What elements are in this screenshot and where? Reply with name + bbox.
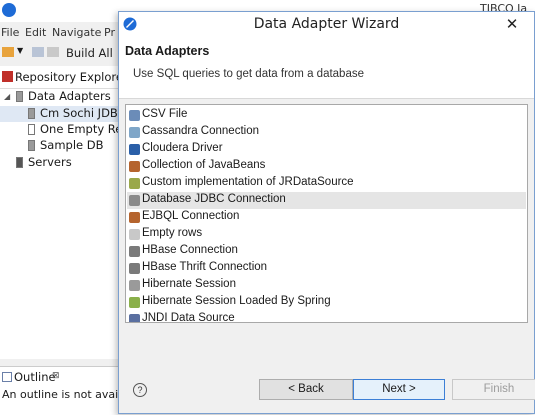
dialog-titlebar: Data Adapter Wizard ✕ [119, 12, 534, 38]
jndi-icon [129, 314, 140, 322]
tree-item-cm-sochi-jdbc[interactable]: Cm Sochi JDBC [0, 106, 126, 122]
adapter-list-item-label: HBase Connection [142, 244, 238, 256]
menu-file[interactable]: File [1, 26, 19, 39]
app-logo-icon [2, 3, 16, 17]
ejbql-icon [129, 212, 140, 223]
tree-item-label: Servers [28, 155, 72, 169]
repository-explorer-label: Repository Explorer [15, 70, 128, 84]
adapter-list-item-label: Hibernate Session Loaded By Spring [142, 295, 331, 307]
tree-item-servers[interactable]: Servers [0, 155, 120, 171]
save-icon[interactable] [32, 47, 44, 57]
finish-button[interactable]: Finish [452, 379, 535, 400]
cassandra-icon [129, 127, 140, 138]
adapter-list-item-label: JNDI Data Source [142, 312, 235, 323]
empty-record-icon [28, 124, 35, 135]
collapse-arrow-icon[interactable]: ◢ [4, 92, 10, 101]
adapter-list-item[interactable]: Hibernate Session [127, 277, 526, 294]
adapter-list-item[interactable]: Database JDBC Connection [127, 192, 526, 209]
tree-item-label: Sample DB [40, 138, 104, 152]
adapter-list-item-label: Custom implementation of JRDataSource [142, 176, 354, 188]
adapter-list-item-label: Cassandra Connection [142, 125, 259, 137]
adapter-list-item-label: Cloudera Driver [142, 142, 223, 154]
build-all-button[interactable]: Build All [66, 46, 113, 60]
wizard-button-bar: ? < Back Next > Finish [119, 366, 535, 414]
tree-item-label: Cm Sochi JDBC [40, 106, 126, 120]
banner-description: Use SQL queries to get data from a datab… [133, 68, 364, 80]
outline-empty-message: An outline is not availab [2, 388, 135, 401]
hibernate-icon [129, 280, 140, 291]
close-icon[interactable]: ✕ [503, 15, 521, 33]
next-button[interactable]: Next > [353, 379, 445, 400]
adapter-list-item[interactable]: Cassandra Connection [127, 124, 526, 141]
tree-item-sample-db[interactable]: Sample DB [0, 138, 120, 154]
tree-item-data-adapters[interactable]: ◢ Data Adapters [0, 89, 120, 105]
new-icon[interactable] [2, 47, 14, 57]
tree-item-label: Data Adapters [28, 89, 111, 103]
menu-project[interactable]: Pr [104, 26, 115, 39]
adapter-list-item-label: EJBQL Connection [142, 210, 240, 222]
database-icon [28, 108, 35, 119]
outline-icon [2, 372, 12, 382]
hbase-thrift-icon [129, 263, 140, 274]
adapter-list-item[interactable]: HBase Connection [127, 243, 526, 260]
adapter-list-item[interactable]: Empty rows [127, 226, 526, 243]
adapter-list-item[interactable]: Custom implementation of JRDataSource [127, 175, 526, 192]
save-all-icon[interactable] [47, 47, 59, 57]
outline-view: Outline ⊠ An outline is not availab [0, 366, 135, 415]
help-icon[interactable]: ? [133, 383, 147, 397]
back-button[interactable]: < Back [259, 379, 353, 400]
hbase-icon [129, 246, 140, 257]
database-icon [28, 140, 35, 151]
wizard-banner: Data Adapters Use SQL queries to get dat… [119, 38, 534, 99]
adapter-list-item[interactable]: HBase Thrift Connection [127, 260, 526, 277]
cloudera-icon [129, 144, 140, 155]
menu-edit[interactable]: Edit [25, 26, 46, 39]
adapter-list-item[interactable]: EJBQL Connection [127, 209, 526, 226]
dialog-title: Data Adapter Wizard [253, 16, 400, 32]
adapter-list-item[interactable]: Hibernate Session Loaded By Spring [127, 294, 526, 311]
tree-item-label: One Empty Rec [40, 122, 129, 136]
adapter-list-item-label: HBase Thrift Connection [142, 261, 268, 273]
adapter-list-item[interactable]: CSV File [127, 107, 526, 124]
servers-icon [16, 157, 23, 168]
adapter-list-item-label: CSV File [142, 108, 188, 120]
hibernate-spring-icon [129, 297, 140, 308]
close-icon[interactable]: ⊠ [52, 371, 60, 381]
tree-item-one-empty-record[interactable]: One Empty Rec [0, 122, 129, 138]
banner-title: Data Adapters [125, 44, 210, 58]
adapter-list-item-label: Collection of JavaBeans [142, 159, 266, 171]
custom-datasource-icon [129, 178, 140, 189]
adapter-list-item-label: Hibernate Session [142, 278, 236, 290]
outline-tab-label[interactable]: Outline [14, 370, 56, 384]
javabeans-icon [129, 161, 140, 172]
ide-toolbar: ▼ Build All [0, 42, 120, 64]
data-adapters-folder-icon [16, 91, 23, 102]
adapter-list-item-label: Empty rows [142, 227, 203, 239]
empty-rows-icon [129, 229, 140, 240]
repository-icon [2, 71, 13, 82]
data-adapter-wizard-dialog: Data Adapter Wizard ✕ Data Adapters Use … [118, 11, 535, 414]
repository-tree: ◢ Data Adapters Cm Sochi JDBC One Empty … [0, 89, 129, 359]
adapter-list-item[interactable]: Cloudera Driver [127, 141, 526, 158]
database-icon [129, 195, 140, 206]
adapter-list-item[interactable]: JNDI Data Source [127, 311, 526, 323]
dropdown-arrow-icon[interactable]: ▼ [17, 46, 23, 55]
menu-navigate[interactable]: Navigate [52, 26, 101, 39]
adapter-list-item[interactable]: Collection of JavaBeans [127, 158, 526, 175]
adapter-type-list[interactable]: CSV File Cassandra Connection Cloudera Dri… [125, 104, 528, 323]
repository-explorer-tab[interactable]: Repository Explorer [0, 66, 128, 89]
adapter-list-item-label: Database JDBC Connection [142, 193, 286, 205]
csv-file-icon [129, 110, 140, 121]
ide-menubar: File Edit Navigate Pr [0, 24, 120, 42]
